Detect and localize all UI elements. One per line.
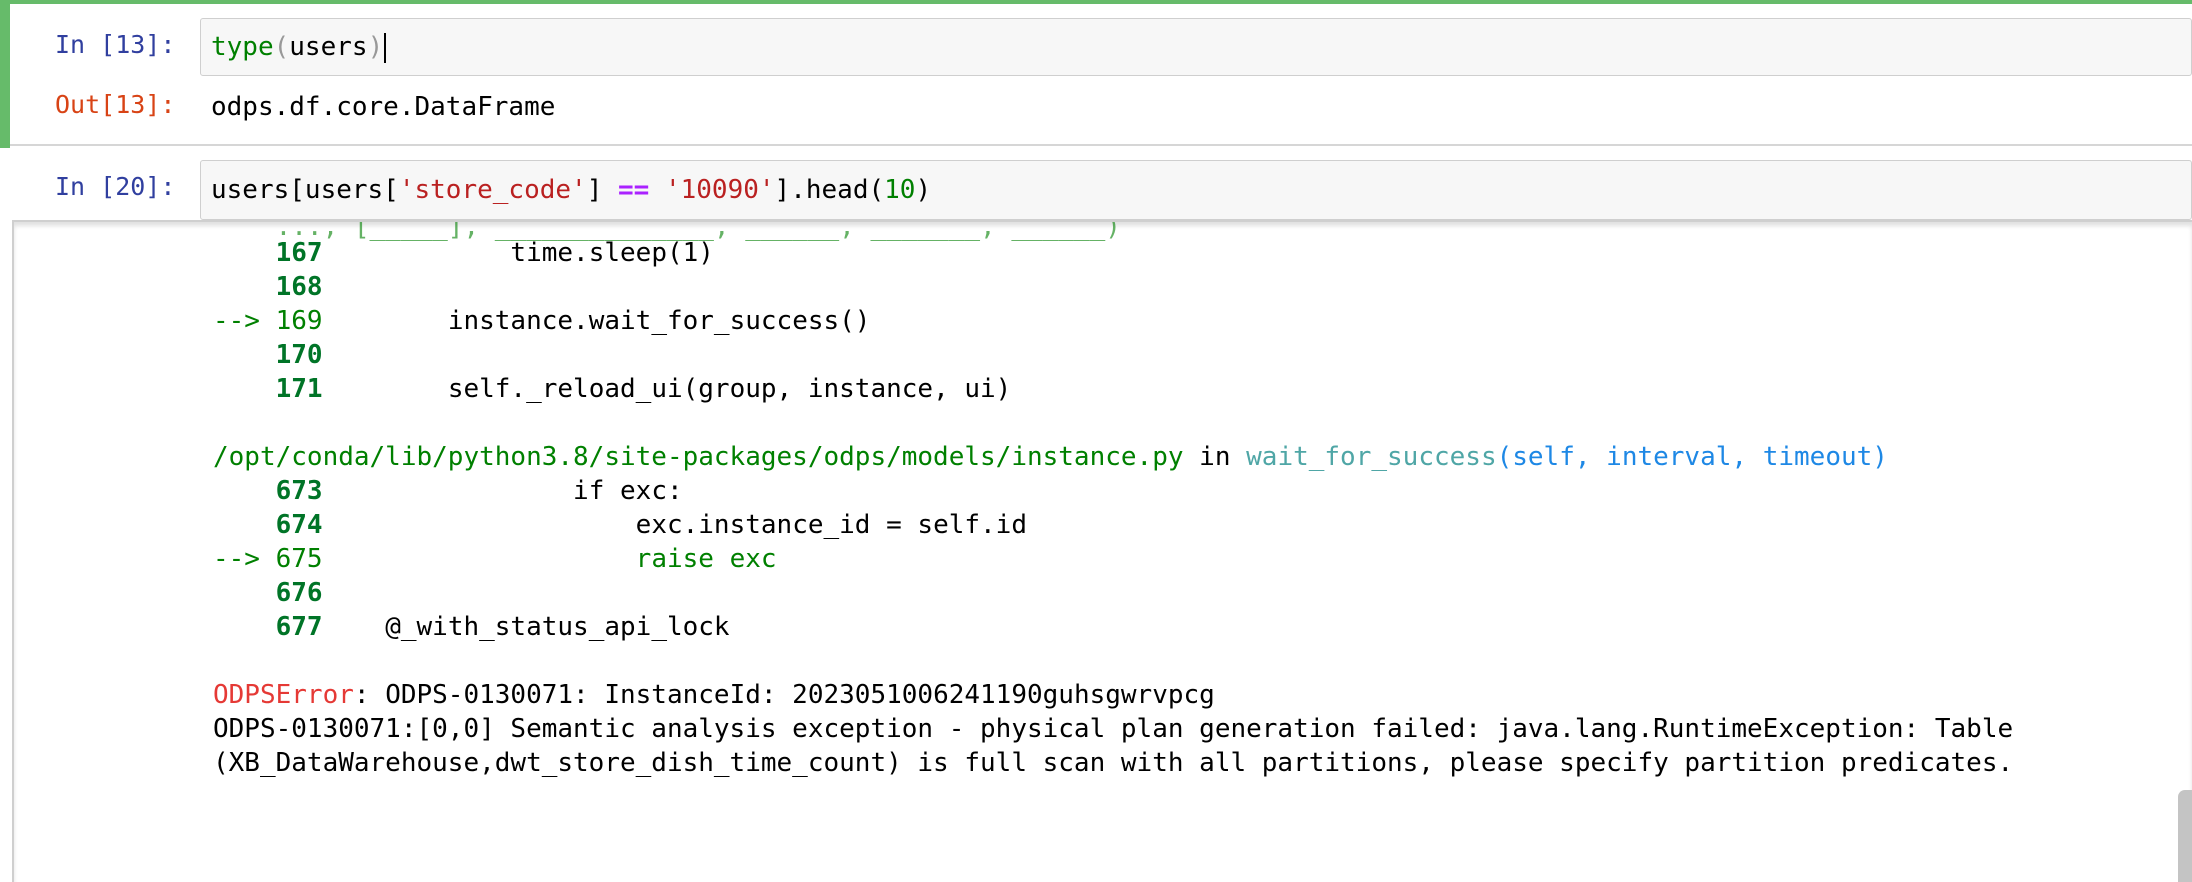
- code-token: ): [367, 32, 384, 62]
- input-prompt: In [20]:: [55, 172, 176, 201]
- output-prompt: Out[13]:: [55, 90, 176, 119]
- traceback-function-name: wait_for_success: [1246, 442, 1497, 472]
- selected-cell-indicator: [0, 0, 10, 148]
- traceback-line: 168: [275, 272, 323, 302]
- code-token: (: [273, 32, 290, 62]
- traceback-line: 673 if exc:: [275, 476, 683, 506]
- notebook-cell-13[interactable]: In [13]: type(users) Out[13]: odps.df.co…: [0, 0, 2192, 148]
- traceback-code: instance.wait_for_success(): [322, 306, 871, 336]
- code-token: 10: [884, 175, 916, 205]
- traceback-file-path[interactable]: /opt/conda/lib/python3.8/site-packages/o…: [213, 442, 1184, 472]
- traceback-line: 677 @_with_status_api_lock: [275, 612, 730, 642]
- code-token: type: [211, 32, 274, 62]
- traceback-code: @_with_status_api_lock: [322, 612, 730, 642]
- text-cursor: [384, 32, 387, 63]
- code-input-area[interactable]: type(users): [200, 18, 2192, 76]
- traceback-code: exc.instance_id = self.id: [322, 510, 1027, 540]
- traceback-code: raise exc: [322, 544, 777, 574]
- code-token: ): [915, 175, 932, 205]
- code-token: '10090': [664, 175, 775, 205]
- code-line[interactable]: users[users['store_code'] == '10090'].he…: [211, 173, 931, 207]
- traceback-function-args: (self, interval, timeout): [1496, 442, 1888, 472]
- traceback-line: 170: [275, 340, 323, 370]
- code-line[interactable]: type(users): [211, 30, 387, 64]
- traceback-line: 674 exc.instance_id = self.id: [275, 510, 1027, 540]
- error-detail: (XB_DataWarehouse,dwt_store_dish_time_co…: [213, 748, 2014, 778]
- traceback-line: --> 169 instance.wait_for_success(): [213, 306, 871, 336]
- arrow-marker: -->: [213, 544, 260, 574]
- code-token: users[users[: [211, 175, 399, 205]
- code-input-area[interactable]: users[users['store_code'] == '10090'].he…: [200, 160, 2192, 220]
- code-token: 'store_code': [398, 175, 587, 205]
- traceback-line: 676: [275, 578, 323, 608]
- scrollbar-thumb[interactable]: [2178, 790, 2192, 882]
- traceback-code: time.sleep(1): [322, 238, 714, 268]
- code-token: ]: [586, 175, 618, 205]
- traceback-line: 167 time.sleep(1): [275, 238, 714, 268]
- output-text: odps.df.core.DataFrame: [211, 92, 556, 122]
- arrow-marker: -->: [213, 306, 260, 336]
- traceback-line: 171 self._reload_ui(group, instance, ui): [275, 374, 1012, 404]
- traceback-frame-header: /opt/conda/lib/python3.8/site-packages/o…: [213, 442, 1888, 472]
- error-message: ODPSError: ODPS-0130071: InstanceId: 202…: [213, 680, 1215, 710]
- input-prompt: In [13]:: [55, 30, 176, 59]
- code-token: ==: [618, 175, 650, 205]
- code-token: users: [289, 32, 368, 62]
- output-scroll-area[interactable]: ..., [_____], ______________, ______, __…: [12, 220, 2192, 882]
- traceback-code: self._reload_ui(group, instance, ui): [322, 374, 1012, 404]
- error-detail: ODPS-0130071:[0,0] Semantic analysis exc…: [213, 714, 2014, 744]
- error-name: ODPSError: [213, 680, 354, 710]
- code-token: ].head(: [774, 175, 885, 205]
- traceback-code: if exc:: [322, 476, 683, 506]
- traceback-line: --> 675 raise exc: [213, 544, 777, 574]
